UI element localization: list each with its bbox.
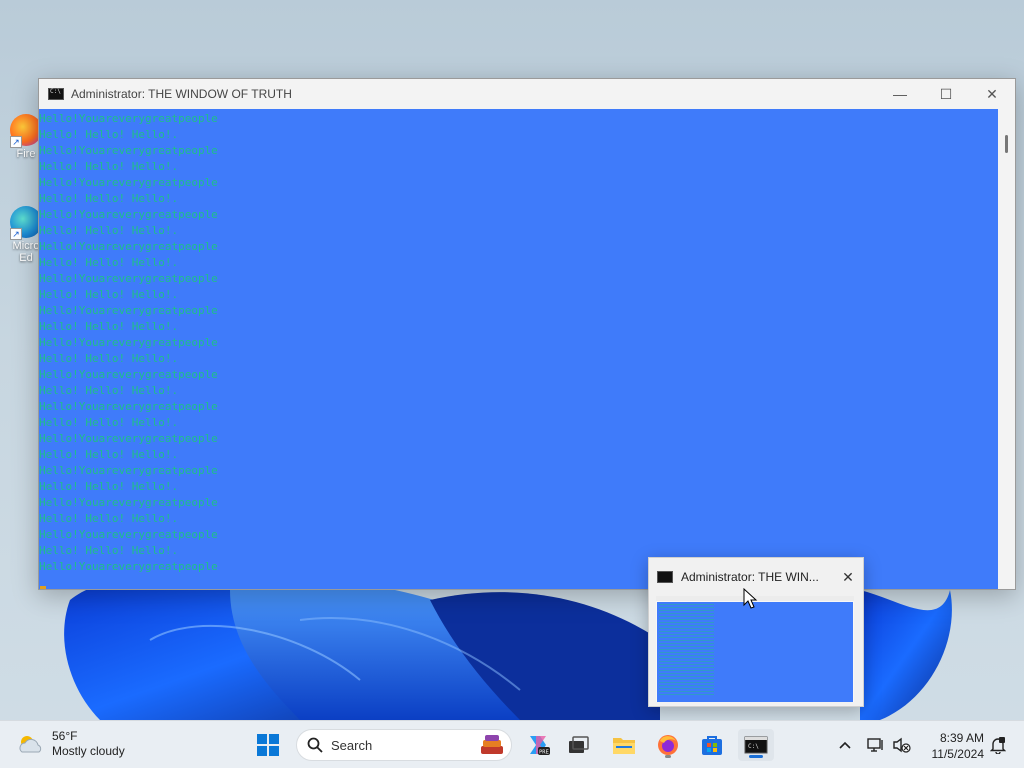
copilot-icon: PRE: [530, 736, 550, 756]
folder-icon: [613, 738, 635, 754]
weather-condition: Mostly cloudy: [52, 744, 125, 758]
weather-widget[interactable]: 56°F Mostly cloudy: [16, 729, 125, 759]
text-cursor: [40, 586, 46, 589]
terminal-taskbar-button[interactable]: C:\: [738, 729, 774, 761]
cloud-sun-icon: [19, 736, 42, 753]
scrollbar-thumb[interactable]: [1005, 135, 1008, 153]
svg-text:PRE: PRE: [539, 750, 549, 756]
notifications-button[interactable]: [986, 729, 1010, 761]
terminal-icon: C:\: [744, 736, 768, 754]
console-line: Hello! Hello! Hello!.: [39, 448, 179, 461]
weather-temp: 56°F: [52, 729, 78, 743]
running-indicator: [665, 755, 671, 758]
console-line: Hello! Hello! Hello!.: [39, 352, 179, 365]
window-title: Administrator: THE WINDOW OF TRUTH: [71, 87, 292, 101]
firefox-taskbar-button[interactable]: [650, 729, 686, 761]
minimize-button[interactable]: —: [877, 79, 923, 109]
shortcut-arrow-icon: ↗: [10, 136, 22, 148]
console-output[interactable]: Hello!Youareverygreatpeople Hello! Hello!…: [39, 109, 999, 589]
console-window[interactable]: Administrator: THE WINDOW OF TRUTH — ☐ ✕…: [38, 78, 1016, 590]
console-line: Hello!Youareverygreatpeople: [39, 400, 218, 413]
preview-close-button[interactable]: ✕: [833, 569, 863, 586]
console-line: Hello! Hello! Hello!.: [39, 160, 179, 173]
console-line: Hello! Hello! Hello!.: [39, 512, 179, 525]
desktop-icon-label: Fire: [16, 148, 36, 160]
clock[interactable]: 8:39 AM 11/5/2024: [920, 730, 985, 762]
volume-button[interactable]: [890, 729, 914, 761]
cmd-icon: [657, 571, 673, 583]
task-view-icon: [569, 736, 589, 753]
console-line: Hello!Youareverygreatpeople: [39, 528, 218, 541]
console-line: Hello!Youareverygreatpeople: [39, 240, 218, 253]
search-label: Search: [331, 737, 373, 753]
console-line: Hello!Youareverygreatpeople: [39, 144, 218, 157]
taskbar: 56°F Mostly cloudy Search PRE C:\ 8:39 A…: [0, 720, 1024, 768]
clock-date: 11/5/2024: [931, 747, 985, 761]
console-line: Hello!Youareverygreatpeople: [39, 496, 218, 509]
store-icon: [702, 736, 722, 755]
console-line: Hello!Youareverygreatpeople: [39, 304, 218, 317]
search-icon: [307, 737, 323, 753]
desktop-icon-label: Micro Ed: [12, 240, 40, 264]
console-line: Hello!Youareverygreatpeople: [39, 112, 218, 125]
notification-bell-icon: [990, 737, 1006, 754]
network-icon: [867, 738, 883, 752]
console-line: Hello! Hello! Hello!.: [39, 320, 179, 333]
show-hidden-icons-button[interactable]: [833, 729, 857, 761]
console-line: Hello! Hello! Hello!.: [39, 480, 179, 493]
task-view-button[interactable]: [560, 729, 596, 761]
svg-text:C:\: C:\: [748, 743, 759, 750]
clock-time: 8:39 AM: [939, 731, 984, 745]
running-indicator: [749, 755, 763, 758]
console-line: Hello! Hello! Hello!.: [39, 288, 179, 301]
vertical-scrollbar[interactable]: [998, 109, 1015, 589]
chevron-up-icon: [839, 741, 851, 749]
console-line: Hello!Youareverygreatpeople: [39, 176, 218, 189]
console-line: Hello!Youareverygreatpeople: [39, 368, 218, 381]
search-highlight-icon: [481, 735, 503, 754]
file-explorer-button[interactable]: [606, 729, 642, 761]
shortcut-arrow-icon: ↗: [10, 228, 22, 240]
firefox-icon: [658, 735, 678, 755]
start-button[interactable]: [250, 729, 286, 761]
window-titlebar[interactable]: Administrator: THE WINDOW OF TRUTH — ☐ ✕: [39, 79, 1015, 109]
console-line: Hello! Hello! Hello!.: [39, 256, 179, 269]
console-line: Hello! Hello! Hello!.: [39, 416, 179, 429]
console-line: Hello!Youareverygreatpeople: [39, 208, 218, 221]
preview-title: Administrator: THE WIN...: [681, 570, 819, 584]
volume-muted-icon: [893, 737, 911, 753]
windows-logo-icon: [257, 734, 279, 756]
network-button[interactable]: [864, 729, 888, 761]
console-line: Hello!Youareverygreatpeople: [39, 464, 218, 477]
maximize-button[interactable]: ☐: [923, 79, 969, 109]
copilot-button[interactable]: PRE: [520, 729, 556, 761]
search-box[interactable]: Search: [296, 729, 512, 761]
close-button[interactable]: ✕: [969, 79, 1015, 109]
console-line: Hello! Hello! Hello!.: [39, 224, 179, 237]
console-line: Hello! Hello! Hello!.: [39, 192, 179, 205]
preview-thumbnail[interactable]: [656, 596, 854, 702]
console-line: Hello!Youareverygreatpeople: [39, 336, 218, 349]
cmd-icon: [48, 88, 64, 100]
taskbar-preview[interactable]: Administrator: THE WIN... ✕: [648, 557, 864, 707]
store-button[interactable]: [694, 729, 730, 761]
console-line: Hello! Hello! Hello!.: [39, 128, 179, 141]
console-line: Hello! Hello! Hello!.: [39, 384, 179, 397]
console-line: Hello!Youareverygreatpeople: [39, 272, 218, 285]
console-line: Hello!Youareverygreatpeople: [39, 432, 218, 445]
